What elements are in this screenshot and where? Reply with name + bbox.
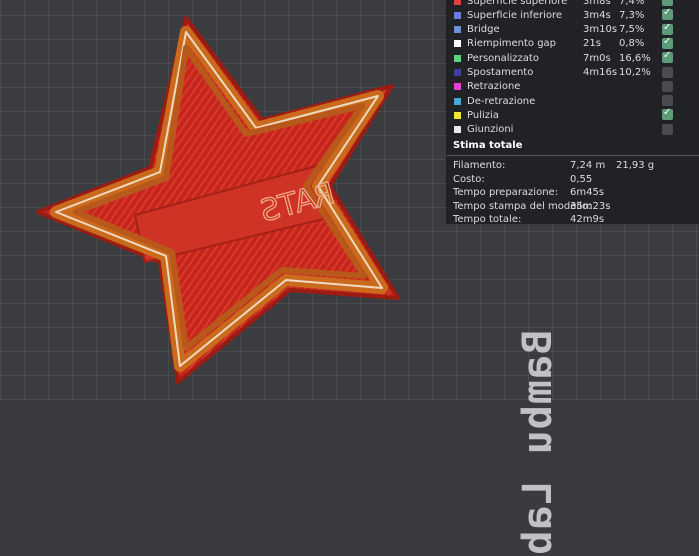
color-swatch <box>454 126 461 134</box>
legend-panel: Superficie superiore3m8s7,4%Superficie i… <box>446 0 699 225</box>
summary-row: Tempo preparazione: 6m45s <box>453 187 693 201</box>
summary-row: Tempo totale: 42m9s <box>453 214 693 228</box>
color-swatch <box>454 40 461 48</box>
feature-name: Spostamento <box>467 67 534 78</box>
summary-label: Filamento: <box>453 160 506 171</box>
summary-value: 7,24 m <box>570 160 606 171</box>
feature-time: 21s <box>583 38 601 50</box>
feature-name: De-retrazione <box>467 95 536 107</box>
legend-row[interactable]: Superficie inferiore 3m4s 7,3% <box>447 7 699 22</box>
plate-label: Bambu Lab <box>515 330 561 556</box>
feature-name: Giunzioni <box>467 124 514 136</box>
feature-name: Superficie inferiore <box>467 9 563 21</box>
feature-time: 4m16s <box>583 67 618 78</box>
visibility-checkbox[interactable] <box>662 107 673 121</box>
visibility-checkbox[interactable] <box>662 7 673 21</box>
visibility-checkbox[interactable] <box>662 80 673 92</box>
feature-percent: 7,3% <box>619 9 645 21</box>
visibility-checkbox[interactable] <box>662 36 673 49</box>
feature-name: Riempimento gap <box>467 38 557 50</box>
summary-row: Tempo stampa del modello: 35m23s <box>453 201 693 215</box>
feature-name: Personalizzato <box>467 52 539 64</box>
feature-name: Retrazione <box>467 81 521 93</box>
visibility-checkbox[interactable] <box>662 50 673 64</box>
legend-row[interactable]: Spostamento 4m16s 10,2% <box>447 66 699 80</box>
color-swatch <box>454 111 461 119</box>
summary-value: 0,55 <box>570 173 593 185</box>
legend-row[interactable]: Giunzioni <box>447 123 699 137</box>
color-swatch <box>454 54 461 62</box>
legend-row[interactable]: Riempimento gap 21s 0,8% <box>447 36 699 51</box>
legend-row[interactable]: Personalizzato 7m0s 16,6% <box>447 50 699 65</box>
legend-row[interactable]: Superficie superiore 3m8s 7,4% <box>447 0 699 8</box>
feature-percent: 7,5% <box>619 24 645 36</box>
visibility-checkbox[interactable] <box>662 66 673 78</box>
summary-row: Filamento: 7,24 m 21,93 g <box>453 160 693 174</box>
summary-label: Costo: <box>453 173 485 185</box>
color-swatch <box>454 11 461 19</box>
feature-percent: 10,2% <box>619 67 651 78</box>
visibility-checkbox[interactable] <box>662 0 673 6</box>
feature-time: 3m4s <box>583 9 611 21</box>
feature-name: Pulizia <box>467 109 499 121</box>
visibility-checkbox[interactable] <box>662 22 673 35</box>
feature-name: Superficie superiore <box>467 0 568 7</box>
visibility-checkbox[interactable] <box>662 123 673 135</box>
summary-row: Costo: 0,55 <box>453 174 693 188</box>
summary-label: Tempo preparazione: <box>453 187 559 198</box>
summary-value: 35m23s <box>570 200 611 212</box>
summary-value: 42m9s <box>570 214 605 225</box>
color-swatch <box>454 26 461 34</box>
legend-row[interactable]: Retrazione <box>447 80 699 94</box>
legend-row[interactable]: De-retrazione <box>447 94 699 108</box>
feature-time: 7m0s <box>583 52 611 64</box>
legend-row[interactable]: Bridge 3m10s 7,5% <box>447 22 699 37</box>
summary-title: Stima totale <box>447 140 699 156</box>
feature-time: 3m10s <box>583 24 618 36</box>
visibility-checkbox[interactable] <box>662 95 673 107</box>
summary-label: Tempo totale: <box>453 214 522 225</box>
color-swatch <box>454 97 461 105</box>
feature-time: 3m8s <box>583 0 611 7</box>
legend-row[interactable]: Pulizia <box>447 107 699 122</box>
color-swatch <box>454 69 461 76</box>
summary-value: 21,93 g <box>616 160 655 171</box>
summary-value: 6m45s <box>570 187 605 198</box>
color-swatch <box>454 83 461 91</box>
feature-percent: 0,8% <box>619 38 645 50</box>
color-swatch <box>454 0 461 5</box>
feature-name: Bridge <box>467 24 500 36</box>
feature-percent: 7,4% <box>619 0 645 7</box>
feature-percent: 16,6% <box>619 52 651 64</box>
